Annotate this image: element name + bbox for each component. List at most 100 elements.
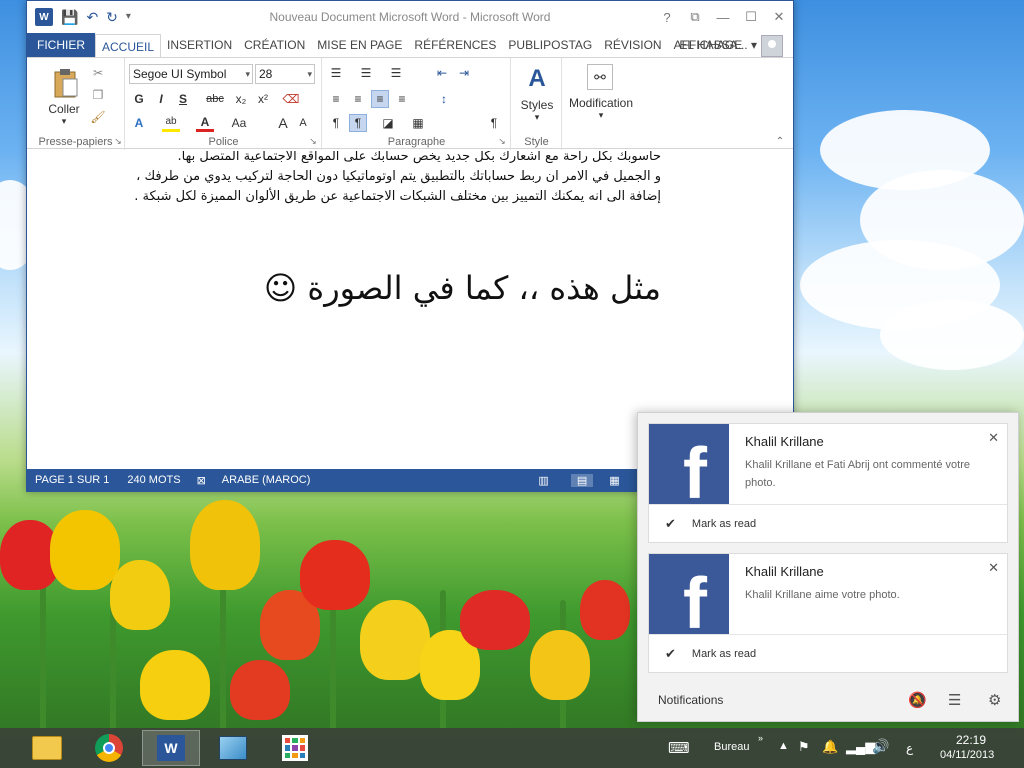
word-app-icon[interactable]: W bbox=[35, 8, 53, 26]
notification-card[interactable]: f Khalil Krillane Khalil Krillane et Fat… bbox=[648, 423, 1008, 543]
chevron-down-icon[interactable]: ▾ bbox=[307, 65, 312, 83]
font-size-combo[interactable]: 28 ▾ bbox=[255, 64, 315, 84]
font-name-combo[interactable]: Segoe UI Symbol ▾ bbox=[129, 64, 253, 84]
strikethrough-button[interactable]: abc bbox=[202, 90, 228, 108]
notification-card[interactable]: f Khalil Krillane Khalil Krillane aime v… bbox=[648, 553, 1008, 673]
user-account-name[interactable]: EL HASSA... ▾ bbox=[679, 33, 757, 57]
text-effects-icon[interactable]: A bbox=[130, 114, 148, 132]
clipboard-launcher-icon[interactable]: ↘ bbox=[109, 132, 127, 150]
taskbar-chrome[interactable] bbox=[80, 730, 138, 766]
styles-gallery-icon[interactable]: A bbox=[522, 64, 552, 94]
word-count[interactable]: 240 MOTS bbox=[127, 474, 180, 486]
volume-icon[interactable]: 🔊 bbox=[872, 738, 889, 755]
clock-time[interactable]: 22:19 bbox=[956, 733, 986, 747]
maximize-button[interactable]: ☐ bbox=[737, 9, 765, 25]
align-right-icon[interactable]: ≡ bbox=[371, 90, 389, 108]
close-icon[interactable]: ✕ bbox=[988, 430, 999, 446]
highlight-icon[interactable]: ab bbox=[162, 114, 180, 132]
redo-icon[interactable]: ↻ bbox=[106, 10, 118, 24]
grow-font-button[interactable]: A bbox=[274, 114, 292, 132]
multilevel-list-icon[interactable]: ☰ bbox=[387, 64, 405, 82]
decrease-indent-icon[interactable]: ⇤ bbox=[433, 64, 451, 82]
tab-publipostage[interactable]: PUBLIPOSTAG bbox=[502, 33, 598, 57]
mark-as-read-button[interactable]: ✔ Mark as read bbox=[649, 504, 1007, 542]
borders-icon[interactable]: ▦ bbox=[409, 114, 427, 132]
bullets-icon[interactable]: ☰ bbox=[327, 64, 345, 82]
underline-button[interactable]: S bbox=[174, 90, 192, 108]
chevron-down-icon[interactable]: ▾ bbox=[245, 65, 250, 83]
tab-insertion[interactable]: INSERTION bbox=[161, 33, 238, 57]
line-spacing-icon[interactable]: ↕ bbox=[435, 90, 453, 108]
font-color-icon[interactable]: A bbox=[196, 114, 214, 132]
clear-all-icon[interactable]: ☰ bbox=[948, 691, 961, 709]
show-hidden-icons[interactable]: ▲ bbox=[778, 740, 789, 752]
taskbar-notes-app[interactable] bbox=[204, 730, 262, 766]
clock-date[interactable]: 04/11/2013 bbox=[940, 749, 994, 761]
ribbon-display-button[interactable]: ⧉ bbox=[681, 9, 709, 25]
format-painter-icon[interactable]: 🖌 bbox=[89, 108, 107, 126]
page-count[interactable]: PAGE 1 SUR 1 bbox=[35, 474, 109, 486]
styles-dropdown-icon[interactable]: ▾ bbox=[514, 112, 560, 123]
show-marks-icon[interactable]: ¶ bbox=[485, 114, 503, 132]
font-launcher-icon[interactable]: ↘ bbox=[304, 132, 322, 150]
bold-button[interactable]: G bbox=[130, 90, 148, 108]
collapse-ribbon-icon[interactable]: ⌃ bbox=[771, 132, 789, 150]
shrink-font-button[interactable]: A bbox=[294, 114, 312, 132]
superscript-button[interactable]: x² bbox=[254, 90, 272, 108]
numbering-icon[interactable]: ☰ bbox=[357, 64, 375, 82]
customize-qat-icon[interactable]: ▾ bbox=[126, 10, 131, 24]
paste-label[interactable]: Coller bbox=[43, 102, 85, 116]
read-mode-icon[interactable]: ▥ bbox=[538, 474, 548, 487]
paste-dropdown-icon[interactable]: ▾ bbox=[43, 116, 85, 127]
web-layout-icon[interactable]: ▦ bbox=[609, 474, 619, 487]
taskbar-start-apps[interactable] bbox=[266, 730, 324, 766]
modification-dropdown-icon[interactable]: ▾ bbox=[563, 110, 639, 121]
align-left-icon[interactable]: ≡ bbox=[327, 90, 345, 108]
tab-accueil[interactable]: ACCUEIL bbox=[95, 34, 162, 58]
input-language[interactable]: ع bbox=[906, 741, 913, 755]
justify-icon[interactable]: ≡ bbox=[393, 90, 411, 108]
paste-icon[interactable] bbox=[49, 66, 83, 100]
tab-fichier[interactable]: FICHIER bbox=[27, 33, 95, 57]
align-center-icon[interactable]: ≡ bbox=[349, 90, 367, 108]
binoculars-icon[interactable]: ⚯ bbox=[587, 64, 613, 90]
save-icon[interactable]: 💾 bbox=[61, 10, 78, 24]
notification-bell-icon[interactable]: 🔔 bbox=[822, 739, 838, 755]
italic-button[interactable]: I bbox=[152, 90, 170, 108]
close-icon[interactable]: ✕ bbox=[988, 560, 999, 576]
styles-button-label[interactable]: Styles bbox=[514, 98, 560, 112]
tab-revision[interactable]: RÉVISION bbox=[598, 33, 667, 57]
user-avatar[interactable] bbox=[761, 35, 783, 57]
subscript-button[interactable]: x₂ bbox=[232, 90, 250, 108]
keyboard-icon[interactable]: ⌨ bbox=[668, 739, 690, 757]
gear-icon[interactable]: ⚙ bbox=[988, 691, 1001, 709]
modification-button-label[interactable]: Modification bbox=[563, 96, 639, 110]
mark-as-read-button[interactable]: ✔ Mark as read bbox=[649, 634, 1007, 672]
proofing-icon[interactable]: ⊠ bbox=[197, 474, 206, 487]
network-icon[interactable]: ▂▄▆ bbox=[846, 739, 875, 755]
copy-icon[interactable]: ❐ bbox=[89, 86, 107, 104]
undo-icon[interactable]: ↶ bbox=[86, 10, 98, 24]
ltr-direction-icon[interactable]: ¶ bbox=[327, 114, 345, 132]
help-button[interactable]: ? bbox=[653, 10, 681, 25]
tab-references[interactable]: RÉFÉRENCES bbox=[408, 33, 502, 57]
taskbar-word[interactable]: W bbox=[142, 730, 200, 766]
paragraph-launcher-icon[interactable]: ↘ bbox=[493, 132, 511, 150]
language-status[interactable]: ARABE (MAROC) bbox=[222, 474, 311, 486]
bureau-toolbar[interactable]: Bureau bbox=[714, 741, 749, 753]
action-center-flag-icon[interactable]: ⚑ bbox=[798, 739, 810, 755]
tab-mise-en-page[interactable]: MISE EN PAGE bbox=[311, 33, 408, 57]
cut-icon[interactable]: ✂ bbox=[89, 64, 107, 82]
show-more-icon[interactable]: » bbox=[758, 733, 763, 743]
increase-indent-icon[interactable]: ⇥ bbox=[455, 64, 473, 82]
close-button[interactable]: ✕ bbox=[765, 9, 793, 25]
clear-formatting-icon[interactable]: ⌫ bbox=[282, 90, 300, 108]
print-layout-icon[interactable]: ▤ bbox=[570, 473, 594, 487]
minimize-button[interactable]: — bbox=[709, 10, 737, 25]
taskbar-file-explorer[interactable] bbox=[18, 730, 76, 766]
tab-creation[interactable]: CRÉATION bbox=[238, 33, 311, 57]
mute-icon[interactable]: 🔕 bbox=[908, 691, 927, 709]
change-case-button[interactable]: Aa bbox=[228, 114, 250, 132]
shading-icon[interactable]: ◪ bbox=[379, 114, 397, 132]
rtl-direction-icon[interactable]: ¶ bbox=[349, 114, 367, 132]
